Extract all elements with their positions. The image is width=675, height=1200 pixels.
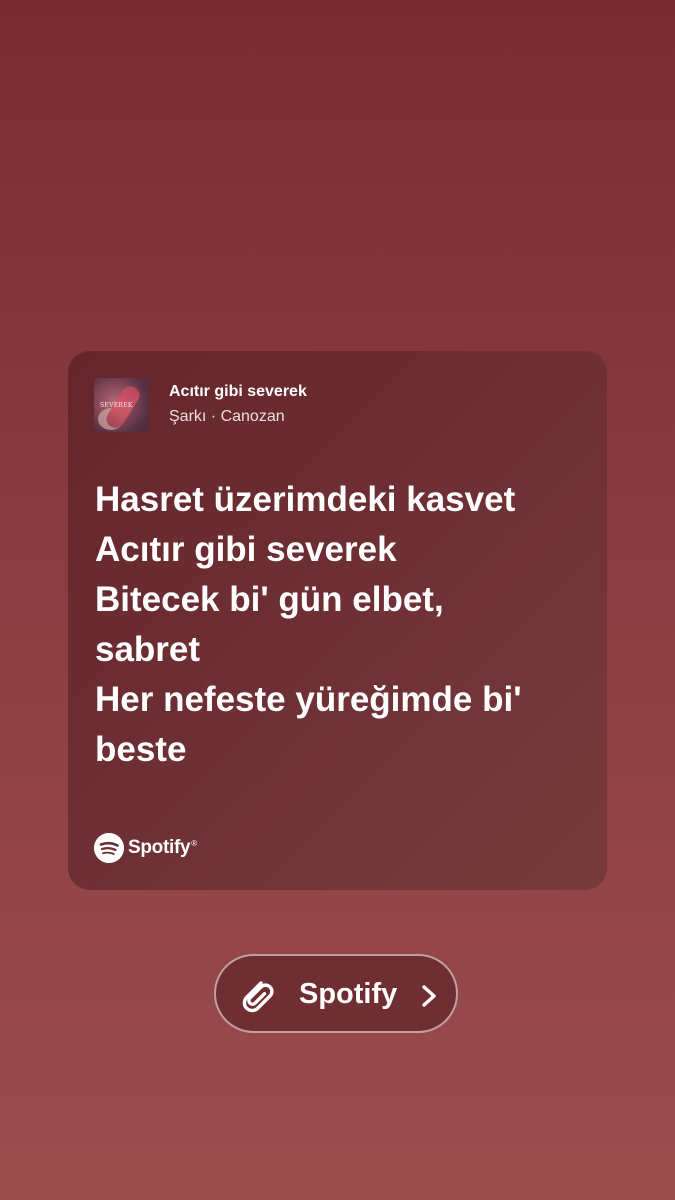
lyric-line: Hasret üzerimdeki kasvet: [95, 480, 516, 519]
lyrics-block: Hasret üzerimdeki kasvet Acıtır gibi sev…: [95, 475, 590, 775]
track-header: SEVEREK Acıtır gibi severek Şarkı · Cano…: [94, 378, 307, 432]
lyric-line: sabret: [95, 630, 201, 669]
spotify-icon: [94, 833, 124, 863]
paperclip-icon: [242, 981, 274, 1013]
lyrics-card[interactable]: SEVEREK Acıtır gibi severek Şarkı · Cano…: [68, 351, 607, 890]
track-info: Acıtır gibi severek Şarkı · Canozan: [169, 381, 307, 428]
spotify-brand: Spotify®: [94, 833, 197, 863]
spotify-wordmark: Spotify®: [128, 837, 197, 859]
lyric-line: beste: [95, 730, 187, 769]
registered-mark: ®: [191, 838, 197, 848]
spotify-wordmark-label: Spotify: [128, 837, 191, 858]
track-title: Acıtır gibi severek: [169, 383, 307, 400]
chevron-right-icon: [422, 985, 436, 1007]
track-subtitle: Şarkı · Canozan: [169, 408, 285, 425]
lyric-line: Bitecek bi' gün elbet,: [95, 580, 444, 619]
lyric-line: Acıtır gibi severek: [95, 530, 397, 569]
link-label: Spotify: [299, 978, 398, 1010]
lyric-line: Her nefeste yüreğimde bi': [95, 680, 522, 719]
album-art-text: SEVEREK: [100, 402, 133, 409]
album-art: SEVEREK: [94, 378, 148, 432]
spotify-link-button[interactable]: Spotify: [214, 954, 458, 1033]
